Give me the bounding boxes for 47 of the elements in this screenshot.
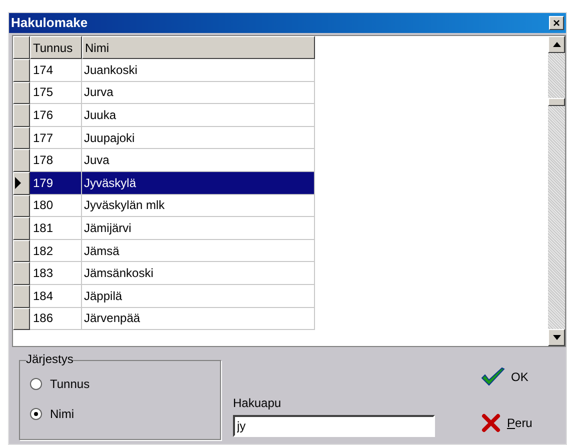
search-field[interactable]: jy (233, 415, 435, 437)
checkmark-icon (481, 367, 505, 387)
row-header[interactable] (13, 308, 30, 330)
column-header[interactable]: Nimi (82, 36, 315, 59)
current-row-icon (14, 177, 22, 190)
scroll-up-icon[interactable] (552, 42, 560, 47)
radio-button[interactable] (30, 408, 42, 420)
row-header[interactable] (13, 194, 30, 218)
close-button[interactable]: × (549, 16, 564, 30)
table-row[interactable]: 176 Juuka (30, 104, 315, 127)
row-header[interactable] (13, 240, 30, 262)
row-header[interactable] (13, 217, 30, 240)
group-title: Järjestys (26, 353, 74, 365)
row-header[interactable] (13, 59, 30, 82)
scrollbar[interactable] (548, 36, 565, 346)
table-cell: Järvenpää (82, 308, 315, 330)
table-row[interactable]: 180 Jyväskylän mlk (30, 194, 315, 218)
table-row[interactable]: 183 Jämsänkoski (30, 262, 315, 285)
table-row[interactable]: 174 Juankoski (30, 59, 315, 82)
radio-label[interactable]: Nimi (50, 405, 74, 423)
table-cell: 186 (30, 308, 82, 330)
row-header[interactable] (13, 104, 30, 127)
row-header[interactable] (13, 172, 30, 195)
table-row[interactable]: 177 Juupajoki (30, 126, 315, 150)
scroll-down-icon[interactable] (552, 335, 560, 340)
window-title: Hakulomake (11, 14, 88, 32)
ok-button[interactable]: OK (479, 365, 534, 389)
column-header[interactable]: Tunnus (30, 36, 82, 59)
table-row[interactable]: 175 Jurva (30, 82, 315, 104)
row-header (13, 36, 30, 59)
scroll-thumb[interactable] (548, 98, 565, 106)
row-header[interactable] (13, 126, 30, 150)
table-row[interactable]: 186 Järvenpää (30, 308, 315, 330)
table-row[interactable]: 178 Juva (30, 149, 315, 172)
row-header[interactable] (13, 82, 30, 104)
radio-label[interactable]: Tunnus (50, 375, 90, 393)
row-header[interactable] (13, 284, 30, 308)
table-row[interactable]: 179 Jyväskylä (30, 172, 315, 195)
table-row[interactable]: 182 Jämsä (30, 240, 315, 262)
row-header[interactable] (13, 149, 30, 172)
cross-icon (481, 413, 501, 433)
cancel-button[interactable]: Peru (479, 411, 534, 435)
table-row[interactable]: 184 Jäppilä (30, 284, 315, 308)
radio-button[interactable] (30, 378, 42, 390)
table-row[interactable]: 181 Jämijärvi (30, 217, 315, 240)
row-header[interactable] (13, 262, 30, 285)
field-label: Hakuapu (233, 395, 282, 412)
